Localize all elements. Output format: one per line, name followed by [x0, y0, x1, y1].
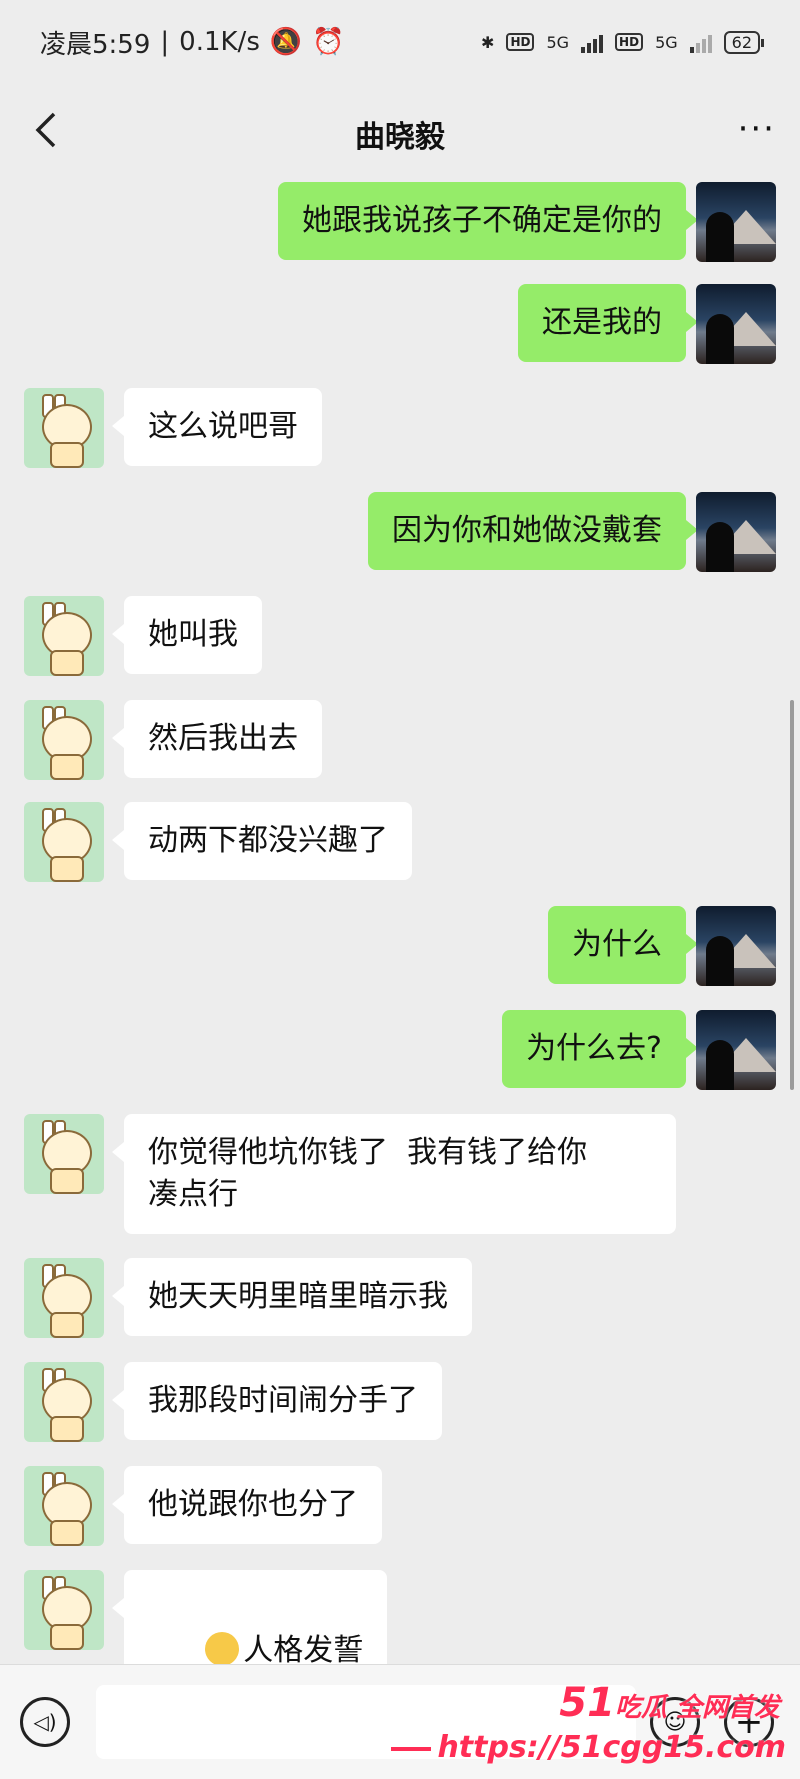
- bluetooth-icon: ✱: [481, 32, 495, 52]
- chat-title: 曲晓毅: [355, 120, 445, 155]
- watermark-url: https://51cgg15.com: [391, 1730, 786, 1765]
- message-bubble-self[interactable]: 她跟我说孩子不确定是你的: [278, 182, 698, 260]
- hd-badge-2: HD: [615, 33, 644, 51]
- message-bubble-self[interactable]: 为什么: [548, 906, 698, 984]
- chat-header: 曲晓毅 ···: [0, 84, 800, 184]
- message-bubble-self[interactable]: 还是我的: [518, 284, 698, 362]
- contact-avatar[interactable]: [24, 596, 104, 676]
- battery-icon: 62: [723, 30, 765, 54]
- message-bubble-contact[interactable]: 她叫我: [112, 596, 262, 674]
- self-avatar[interactable]: [696, 182, 776, 262]
- contact-avatar[interactable]: [24, 1114, 104, 1194]
- voice-icon: ◁): [33, 1710, 57, 1734]
- message-bubble-contact[interactable]: 他说跟你也分了: [112, 1466, 382, 1544]
- voice-input-button[interactable]: ◁): [20, 1697, 70, 1747]
- message-bubble-contact[interactable]: 你觉得他坑你钱了 我有钱了给你 凑点行: [112, 1114, 676, 1234]
- message-bubble-contact[interactable]: 我那段时间闹分手了: [112, 1362, 442, 1440]
- signal-icon-2: [689, 31, 712, 53]
- more-options-button[interactable]: ···: [738, 112, 776, 146]
- self-avatar[interactable]: [696, 906, 776, 986]
- message-bubble-contact[interactable]: 然后我出去: [112, 700, 322, 778]
- self-avatar[interactable]: [696, 492, 776, 572]
- contact-avatar[interactable]: [24, 1570, 104, 1650]
- contact-avatar[interactable]: [24, 700, 104, 780]
- signal-icon-1: [581, 31, 604, 53]
- contact-avatar[interactable]: [24, 802, 104, 882]
- message-bubble-contact[interactable]: 她天天明里暗里暗示我: [112, 1258, 472, 1336]
- self-avatar[interactable]: [696, 1010, 776, 1090]
- watermark-logo: 51吃瓜 全网首发: [559, 1680, 780, 1726]
- message-bubble-contact[interactable]: 这么说吧哥: [112, 388, 322, 466]
- network-speed: 0.1K/s: [179, 27, 260, 57]
- message-bubble-self[interactable]: 因为你和她做没戴套: [368, 492, 698, 570]
- contact-avatar[interactable]: [24, 388, 104, 468]
- hd-badge-1: HD: [506, 33, 535, 51]
- message-bubble-self[interactable]: 为什么去?: [502, 1010, 698, 1088]
- message-bubble-contact[interactable]: 动两下都没兴趣了: [112, 802, 412, 880]
- status-divider: |: [160, 27, 170, 57]
- mute-icon: 🔕: [269, 27, 303, 57]
- contact-avatar[interactable]: [24, 1258, 104, 1338]
- message-text: 人格发誓: [243, 1633, 364, 1668]
- relieved-face-icon: [205, 1631, 240, 1666]
- network-type-2: 5G: [655, 32, 678, 52]
- status-bar: 凌晨5:59 | 0.1K/s 🔕 ⏰ ✱ HD 5G HD 5G 62: [0, 0, 800, 84]
- scrollbar[interactable]: [790, 700, 794, 1090]
- status-time: 凌晨5:59: [40, 29, 151, 60]
- self-avatar[interactable]: [696, 284, 776, 364]
- back-button[interactable]: [24, 108, 68, 152]
- network-type-1: 5G: [546, 32, 570, 52]
- alarm-icon: ⏰: [312, 27, 345, 57]
- chevron-left-icon: [35, 112, 56, 148]
- contact-avatar[interactable]: [24, 1466, 104, 1546]
- contact-avatar[interactable]: [24, 1362, 104, 1442]
